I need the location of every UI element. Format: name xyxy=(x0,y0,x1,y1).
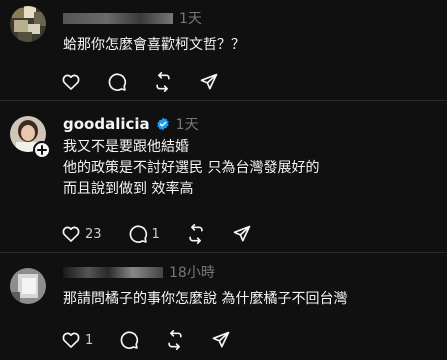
like-button[interactable] xyxy=(61,72,81,92)
heart-icon xyxy=(62,74,80,90)
send-icon xyxy=(212,331,230,348)
heart-icon xyxy=(62,332,80,348)
comment-header: 1天 xyxy=(63,8,202,28)
reply-button[interactable]: 1 xyxy=(128,224,160,244)
blurred-username[interactable] xyxy=(63,12,173,24)
reply-count: 1 xyxy=(151,226,160,242)
action-bar: 1 xyxy=(61,328,257,352)
verified-badge-icon xyxy=(156,117,170,131)
plus-icon xyxy=(37,145,47,155)
speech-bubble-icon xyxy=(108,73,127,91)
repost-button[interactable] xyxy=(165,330,185,350)
send-icon xyxy=(233,225,251,242)
timestamp: 18小時 xyxy=(169,265,215,281)
comment-text: 那請問橘子的事你怎麼說 為什麼橘子不回台灣 xyxy=(63,289,347,310)
send-icon xyxy=(200,73,218,90)
comment-line: 我又不是要跟他結婚 xyxy=(63,139,189,155)
share-button[interactable] xyxy=(232,224,252,244)
share-button[interactable] xyxy=(211,330,231,350)
comment-3: 18小時 那請問橘子的事你怎麼說 為什麼橘子不回台灣 1 xyxy=(0,253,447,360)
action-bar: 23 1 xyxy=(61,222,278,246)
repost-icon xyxy=(189,224,203,244)
like-button[interactable]: 1 xyxy=(61,330,93,350)
repost-button[interactable] xyxy=(186,224,206,244)
follow-button[interactable] xyxy=(33,141,51,159)
comment-header: goodalicia 1天 xyxy=(63,114,199,134)
action-bar xyxy=(61,70,245,94)
repost-button[interactable] xyxy=(153,72,173,92)
comment-line: 而且說到做到 效率高 xyxy=(63,181,194,197)
share-button[interactable] xyxy=(199,72,219,92)
reply-button[interactable] xyxy=(107,72,127,92)
comment-2: goodalicia 1天 我又不是要跟他結婚 他的政策是不討好選民 只為台灣發… xyxy=(0,101,447,251)
speech-bubble-icon xyxy=(120,331,139,349)
like-count: 1 xyxy=(85,332,94,348)
avatar[interactable] xyxy=(10,268,46,304)
threads-comment-list: 1天 蛤那你怎麼會喜歡柯文哲？？ goodalicia 1天 我又不是要跟他結婚… xyxy=(0,0,447,360)
username[interactable]: goodalicia xyxy=(63,115,150,133)
blurred-username[interactable] xyxy=(63,266,163,278)
timestamp: 1天 xyxy=(175,117,199,133)
comment-1: 1天 蛤那你怎麼會喜歡柯文哲？？ xyxy=(0,0,447,92)
timestamp: 1天 xyxy=(179,11,202,27)
repost-icon xyxy=(156,72,170,92)
reply-button[interactable] xyxy=(119,330,139,350)
heart-icon xyxy=(62,226,80,242)
comment-header: 18小時 xyxy=(63,262,215,282)
repost-icon xyxy=(168,330,182,350)
like-button[interactable]: 23 xyxy=(61,224,102,244)
comment-text: 我又不是要跟他結婚 他的政策是不討好選民 只為台灣發展好的 而且說到做到 效率高 xyxy=(63,137,319,200)
comment-line: 那請問橘子的事你怎麼說 為什麼橘子不回台灣 xyxy=(63,291,348,307)
comment-line: 他的政策是不討好選民 只為台灣發展好的 xyxy=(63,160,320,176)
comment-line: 蛤那你怎麼會喜歡柯文哲？？ xyxy=(63,37,245,53)
like-count: 23 xyxy=(85,226,102,242)
speech-bubble-icon xyxy=(129,225,147,243)
comment-text: 蛤那你怎麼會喜歡柯文哲？？ xyxy=(63,35,245,56)
avatar[interactable] xyxy=(10,6,46,42)
